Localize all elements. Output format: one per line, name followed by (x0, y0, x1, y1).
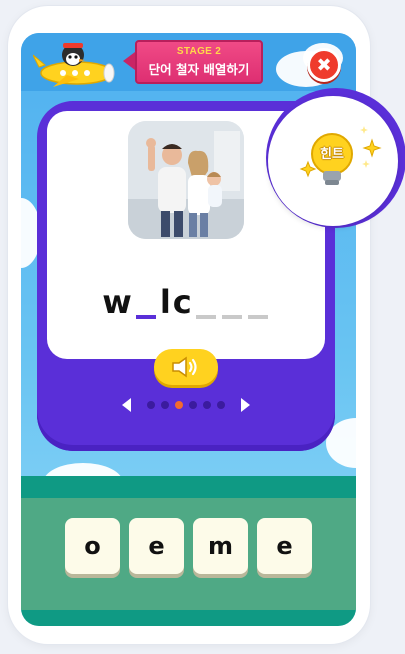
word-letter: c (172, 283, 192, 321)
word-blank-slot[interactable] (247, 285, 268, 319)
word-blank-slot[interactable] (221, 285, 242, 319)
word-blank-slot[interactable] (195, 285, 216, 319)
letter-tile[interactable]: o (65, 518, 120, 574)
letter-tray: o e m e (21, 476, 356, 626)
word-puzzle: w l c (47, 275, 325, 319)
page-dot (189, 401, 197, 409)
stage-title: 단어 철자 배열하기 (148, 62, 250, 77)
word-letter: l (159, 283, 171, 321)
letter-tile[interactable]: m (193, 518, 248, 574)
close-icon: ✖ (316, 54, 332, 76)
page-dot (203, 401, 211, 409)
previous-arrow-icon[interactable] (122, 398, 131, 412)
hint-button[interactable]: 힌트 (268, 96, 398, 226)
page-dot (217, 401, 225, 409)
letter-tile[interactable]: e (257, 518, 312, 574)
stage-banner: STAGE 2 단어 철자 배열하기 (121, 40, 269, 86)
letter-tile[interactable]: e (129, 518, 184, 574)
page-dot-current (175, 401, 183, 409)
page-dot (147, 401, 155, 409)
stage-label: STAGE 2 (176, 46, 222, 57)
family-photo (128, 121, 244, 239)
close-button[interactable]: ✖ (307, 48, 341, 82)
top-bar: STAGE 2 단어 철자 배열하기 ✖ (21, 33, 356, 91)
word-letter: w (102, 283, 132, 321)
family-photo-image (128, 121, 244, 239)
hint-label: 힌트 (320, 146, 344, 162)
page-dot (161, 401, 169, 409)
airplane-mascot-icon (33, 43, 115, 87)
hint-button-ring: 힌트 (266, 88, 405, 228)
speaker-icon (172, 356, 197, 378)
play-sound-button[interactable] (154, 349, 218, 385)
next-arrow-icon[interactable] (241, 398, 250, 412)
page-indicator (37, 395, 335, 415)
letter-tiles: o e m e (21, 518, 356, 578)
stage-banner-box: STAGE 2 단어 철자 배열하기 (135, 40, 263, 84)
word-blank-slot-active[interactable] (135, 285, 156, 319)
